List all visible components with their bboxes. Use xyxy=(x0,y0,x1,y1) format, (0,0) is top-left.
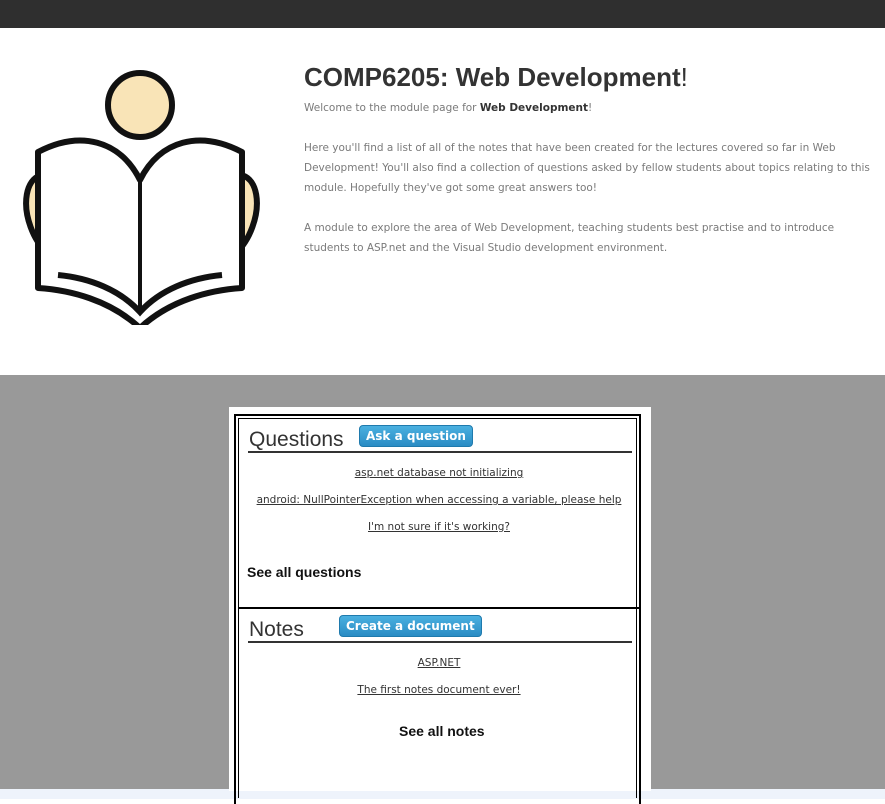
notes-title: Notes xyxy=(249,618,304,641)
top-bar xyxy=(0,0,885,28)
notes-rule xyxy=(248,641,632,643)
see-all-questions-link[interactable]: See all questions xyxy=(247,564,361,580)
question-link[interactable]: android: NullPointerException when acces… xyxy=(239,494,639,506)
create-document-button[interactable]: Create a document xyxy=(339,615,482,637)
page-title: COMP6205: Web Development! xyxy=(304,62,688,92)
question-link[interactable]: asp.net database not initializing xyxy=(239,467,639,479)
note-link[interactable]: The first notes document ever! xyxy=(239,684,639,696)
reading-person-icon xyxy=(23,70,260,325)
questions-title: Questions xyxy=(249,428,344,451)
module-description: COMP6205: Web Development! Welcome to th… xyxy=(304,62,879,258)
welcome-text: Welcome to the module page for Web Devel… xyxy=(304,102,593,114)
see-all-notes-link[interactable]: See all notes xyxy=(399,723,485,739)
module-panel: Questions Ask a question asp.net databas… xyxy=(229,407,651,804)
ask-question-button[interactable]: Ask a question xyxy=(359,425,473,447)
module-summary-text: A module to explore the area of Web Deve… xyxy=(304,222,835,254)
section-divider xyxy=(239,607,639,609)
question-link[interactable]: I'm not sure if it's working? xyxy=(239,521,639,533)
questions-rule xyxy=(248,451,632,453)
module-hero: COMP6205: Web Development! Welcome to th… xyxy=(0,28,885,375)
module-overview-text: Here you'll find a list of all of the no… xyxy=(304,142,870,194)
note-link[interactable]: ASP.NET xyxy=(239,657,639,669)
